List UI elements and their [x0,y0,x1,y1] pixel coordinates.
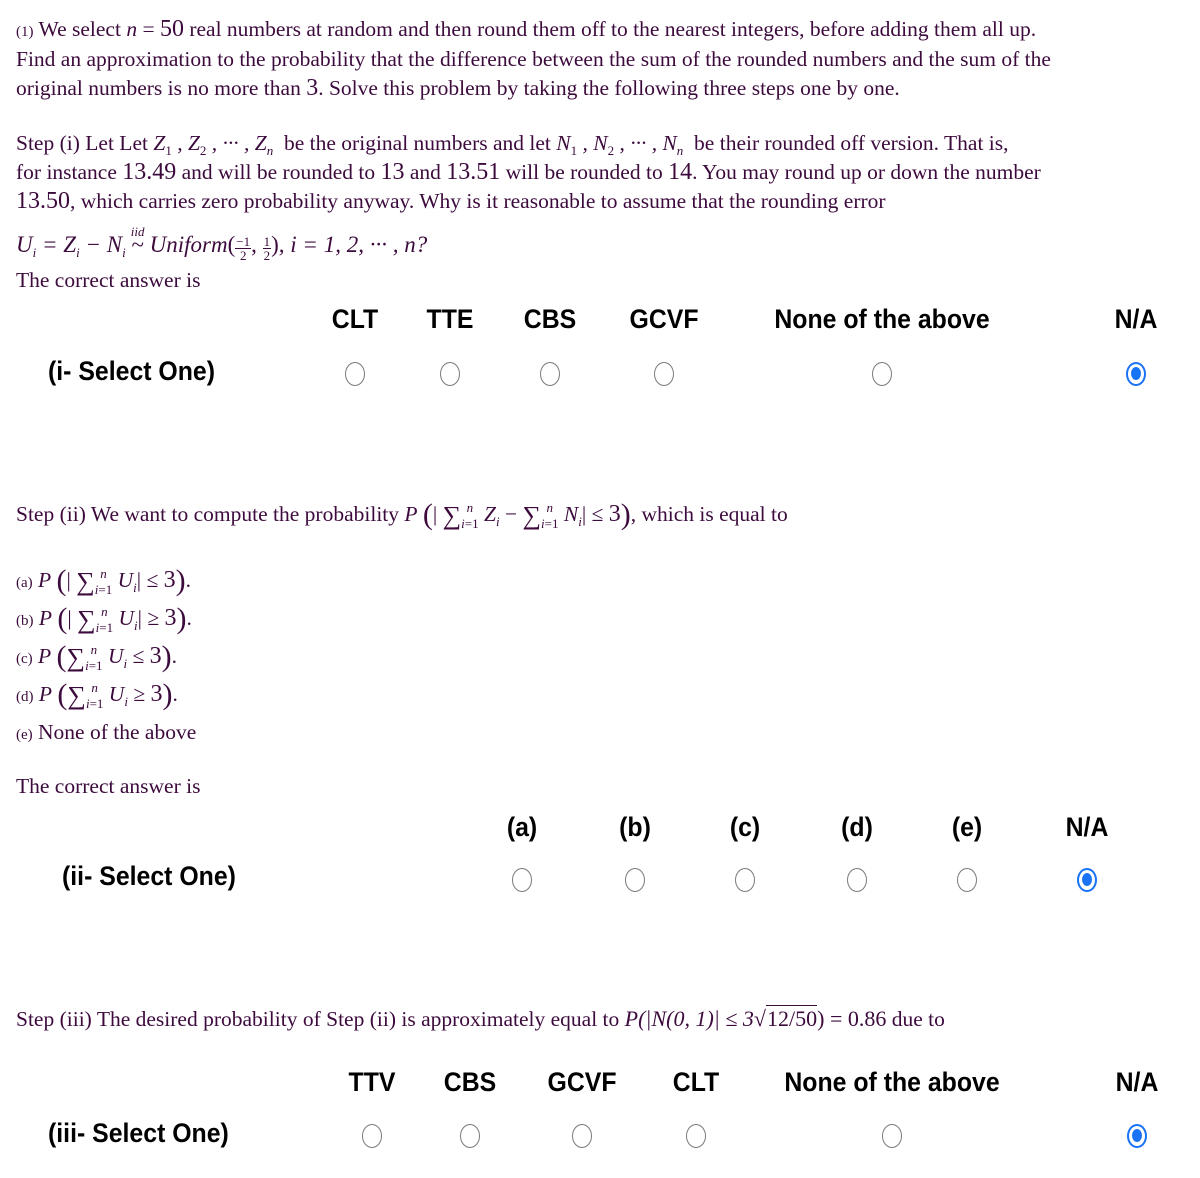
step1-radio-tte[interactable] [440,362,460,386]
step3-option-label: CLT [672,1067,720,1097]
step1-answer-prompt: The correct answer is [16,268,201,292]
step1-option-label: CLT [331,304,379,334]
step3-option-label: GCVF [547,1067,617,1097]
choice-b: (b) P (| ∑ n i=1 Ui| ≥ 3). [16,602,192,636]
step2-radio-c[interactable] [735,868,755,892]
step2-radio-e[interactable] [957,868,977,892]
step1-option-label: GCVF [629,304,699,334]
step1-radio-clt[interactable] [345,362,365,386]
step1-radio-gcvf[interactable] [654,362,674,386]
step2-row-label: (ii- Select One) [62,861,236,891]
n-sequence: N1 , N2 , ··· , Nn [556,131,684,158]
step2-option-label: (d) [841,812,873,842]
step1-option-label: CBS [523,304,577,334]
step1-row-label: (i- Select One) [48,356,216,386]
step2-option-label: (e) [951,812,983,842]
step1-option-label: None of the above [774,304,990,334]
problem-line-2: Find an approximation to the probability… [16,47,1051,71]
step3-question: Step (iii) The desired probability of St… [16,1005,945,1031]
problem-number: (1) [16,24,34,40]
step2-answer-prompt: The correct answer is [16,774,201,798]
step3-radio-none-of-the-above[interactable] [882,1124,902,1148]
choice-d: (d) P (∑ n i=1 Ui ≥ 3). [16,678,178,712]
step3-radio-cbs[interactable] [460,1124,480,1148]
step1-radio-none-of-the-above[interactable] [872,362,892,386]
step3-radio-gcvf[interactable] [572,1124,592,1148]
problem-line-3: original numbers is no more than 3. Solv… [16,75,900,101]
step1-radio-n-a[interactable] [1126,362,1146,386]
step2-option-label: (b) [619,812,651,842]
step1-option-label: N/A [1114,304,1158,334]
step2-radio-a[interactable] [512,868,532,892]
step1-line-3: 13.50, which carries zero probability an… [16,188,886,214]
step3-option-label: None of the above [784,1067,1000,1097]
step3-radio-clt[interactable] [686,1124,706,1148]
step3-option-label: CBS [443,1067,497,1097]
step1-option-label: TTE [426,304,474,334]
step2-option-label: (a) [506,812,538,842]
step2-option-label: (c) [729,812,761,842]
step2-question: Step (ii) We want to compute the probabi… [16,498,788,532]
choice-e: (e) None of the above [16,720,197,744]
step3-row-label: (iii- Select One) [48,1118,229,1148]
step3-option-label: N/A [1115,1067,1159,1097]
step2-radio-d[interactable] [847,868,867,892]
z-sequence: Z1 , Z2 , ··· , Zn [153,131,274,158]
step1-line-2: for instance 13.49 and will be rounded t… [16,159,1041,185]
step3-radio-n-a[interactable] [1127,1124,1147,1148]
step1-formula: Ui = Zi − Ni iid ~ Uniform(−1 2, 1 2), i = … [16,224,428,263]
step3-radio-ttv[interactable] [362,1124,382,1148]
step1-radio-cbs[interactable] [540,362,560,386]
step2-option-label: N/A [1065,812,1109,842]
step2-radio-n-a[interactable] [1077,868,1097,892]
step3-option-label: TTV [348,1067,396,1097]
step2-radio-b[interactable] [625,868,645,892]
problem-line-1: (1) We select n = 50 real numbers at ran… [16,16,1037,42]
